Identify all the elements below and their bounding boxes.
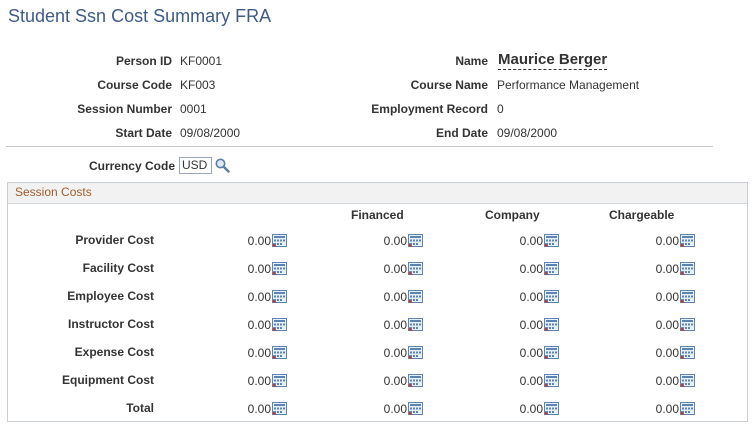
cost-value: 0.00	[247, 374, 271, 388]
course-name-label: Course Name	[410, 78, 488, 92]
cost-value: 0.00	[247, 402, 271, 416]
calculator-icon[interactable]	[272, 290, 287, 303]
cost-value: 0.00	[247, 346, 271, 360]
header-divider	[6, 146, 713, 147]
end-date-value: 09/08/2000	[497, 126, 558, 140]
calculator-icon[interactable]	[544, 290, 559, 303]
row-label-instructor-cost: Instructor Cost	[67, 317, 154, 331]
calculator-icon[interactable]	[272, 262, 287, 275]
cost-value: 0.00	[519, 402, 543, 416]
calculator-icon[interactable]	[408, 262, 423, 275]
cost-value: 0.00	[519, 262, 543, 276]
cost-value: 0.00	[247, 234, 271, 248]
row-label-expense-cost: Expense Cost	[74, 345, 154, 359]
session-number-value: 0001	[180, 102, 207, 116]
cost-value: 0.00	[655, 262, 679, 276]
calculator-icon[interactable]	[408, 402, 423, 415]
cost-value: 0.00	[655, 318, 679, 332]
person-name-link[interactable]: Maurice Berger	[498, 51, 608, 70]
cost-value: 0.00	[655, 346, 679, 360]
row-label-total: Total	[126, 401, 154, 415]
cost-value: 0.00	[247, 318, 271, 332]
calculator-icon[interactable]	[680, 402, 695, 415]
calculator-icon[interactable]	[408, 290, 423, 303]
cost-value: 0.00	[519, 318, 543, 332]
calculator-icon[interactable]	[544, 402, 559, 415]
employment-record-value: 0	[497, 102, 504, 116]
calculator-icon[interactable]	[408, 234, 423, 247]
column-header-company: Company	[485, 208, 540, 222]
calculator-icon[interactable]	[680, 318, 695, 331]
cost-value: 0.00	[383, 374, 407, 388]
session-number-label: Session Number	[77, 102, 172, 116]
calculator-icon[interactable]	[408, 318, 423, 331]
column-header-financed: Financed	[351, 208, 404, 222]
cost-value: 0.00	[655, 402, 679, 416]
calculator-icon[interactable]	[680, 234, 695, 247]
row-label-provider-cost: Provider Cost	[75, 233, 154, 247]
calculator-icon[interactable]	[272, 318, 287, 331]
session-costs-title: Session Costs	[15, 185, 92, 199]
calculator-icon[interactable]	[544, 234, 559, 247]
cost-value: 0.00	[383, 234, 407, 248]
course-code-label: Course Code	[97, 78, 172, 92]
currency-code-label: Currency Code	[88, 159, 175, 173]
calculator-icon[interactable]	[680, 346, 695, 359]
calculator-icon[interactable]	[544, 318, 559, 331]
cost-value: 0.00	[519, 234, 543, 248]
cost-value: 0.00	[247, 262, 271, 276]
calculator-icon[interactable]	[272, 374, 287, 387]
lookup-magnifier-icon[interactable]	[214, 157, 230, 173]
column-header-chargeable: Chargeable	[609, 208, 675, 222]
cost-value: 0.00	[655, 290, 679, 304]
calculator-icon[interactable]	[680, 290, 695, 303]
cost-value: 0.00	[383, 402, 407, 416]
cost-value: 0.00	[383, 290, 407, 304]
name-label: Name	[455, 54, 488, 68]
row-label-facility-cost: Facility Cost	[82, 261, 154, 275]
course-name-value: Performance Management	[497, 78, 640, 92]
cost-value: 0.00	[655, 374, 679, 388]
calculator-icon[interactable]	[272, 234, 287, 247]
calculator-icon[interactable]	[408, 346, 423, 359]
cost-value: 0.00	[519, 290, 543, 304]
calculator-icon[interactable]	[272, 402, 287, 415]
page-title: Student Ssn Cost Summary FRA	[8, 6, 272, 26]
cost-value: 0.00	[383, 318, 407, 332]
currency-code-input[interactable]: USD	[179, 157, 212, 174]
person-id-label: Person ID	[115, 54, 172, 68]
cost-value: 0.00	[519, 374, 543, 388]
cost-value: 0.00	[519, 346, 543, 360]
row-label-employee-cost: Employee Cost	[67, 289, 154, 303]
row-label-equipment-cost: Equipment Cost	[62, 373, 154, 387]
cost-value: 0.00	[655, 234, 679, 248]
start-date-label: Start Date	[115, 126, 172, 140]
calculator-icon[interactable]	[680, 374, 695, 387]
calculator-icon[interactable]	[544, 262, 559, 275]
cost-value: 0.00	[383, 346, 407, 360]
end-date-label: End Date	[435, 126, 488, 140]
session-costs-header: Session Costs	[8, 183, 747, 204]
employment-record-label: Employment Record	[371, 102, 488, 116]
calculator-icon[interactable]	[408, 374, 423, 387]
calculator-icon[interactable]	[680, 262, 695, 275]
cost-value: 0.00	[247, 290, 271, 304]
course-code-value: KF003	[180, 78, 216, 92]
calculator-icon[interactable]	[544, 374, 559, 387]
calculator-icon[interactable]	[272, 346, 287, 359]
calculator-icon[interactable]	[544, 346, 559, 359]
person-id-value: KF0001	[180, 54, 223, 68]
cost-value: 0.00	[383, 262, 407, 276]
start-date-value: 09/08/2000	[180, 126, 241, 140]
